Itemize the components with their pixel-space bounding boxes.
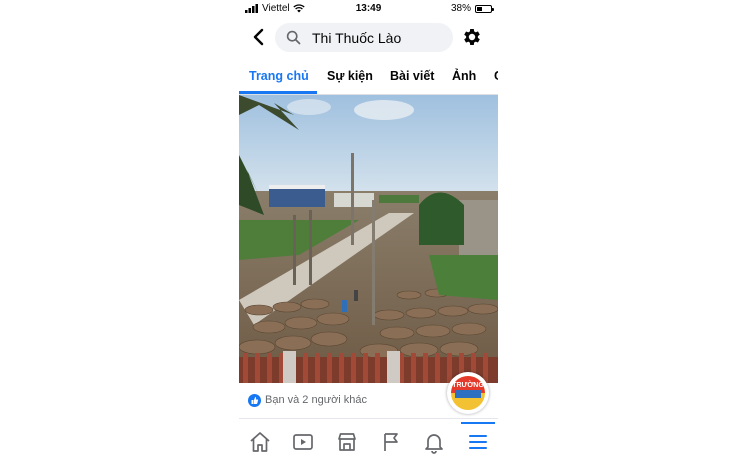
tab-home[interactable]: Trang chủ bbox=[249, 69, 309, 83]
status-right: 38% bbox=[450, 3, 494, 14]
post-photo[interactable] bbox=[239, 95, 498, 383]
battery-percent: 38% bbox=[450, 3, 471, 14]
video-icon[interactable] bbox=[291, 430, 315, 454]
tab-photos[interactable]: Ảnh bbox=[452, 69, 476, 83]
page-logo-text: TRƯỜNG bbox=[452, 380, 484, 389]
status-bar: Viettel 13:49 38% bbox=[239, 0, 498, 18]
post-reactions: Bạn và 2 người khác TRƯỜNG bbox=[239, 372, 498, 419]
tab-partial[interactable]: C bbox=[494, 69, 498, 83]
battery-fill bbox=[477, 6, 482, 11]
bottom-nav bbox=[239, 422, 498, 460]
marketplace-icon[interactable] bbox=[335, 430, 359, 454]
nav-active-indicator bbox=[461, 422, 495, 424]
reactions-summary[interactable]: Bạn và 2 người khác bbox=[265, 394, 367, 406]
search-query: Thi Thuốc Lào bbox=[312, 30, 402, 46]
chevron-left-icon[interactable] bbox=[249, 26, 269, 48]
active-tab-indicator bbox=[239, 91, 317, 94]
bell-icon[interactable] bbox=[422, 430, 446, 454]
post-photo-image bbox=[239, 95, 498, 383]
flag-icon[interactable] bbox=[379, 430, 403, 454]
gear-icon[interactable] bbox=[461, 26, 483, 48]
home-icon[interactable] bbox=[248, 430, 272, 454]
battery-icon bbox=[475, 4, 494, 13]
menu-icon[interactable] bbox=[466, 430, 490, 454]
tab-events[interactable]: Sự kiện bbox=[327, 69, 373, 83]
search-input[interactable]: Thi Thuốc Lào bbox=[275, 23, 453, 52]
phone-screen: Viettel 13:49 38% Thi Thuốc Lào Trang ch… bbox=[239, 0, 498, 460]
search-icon bbox=[286, 30, 301, 45]
page-tabs: Trang chủ Sự kiện Bài viết Ảnh C bbox=[239, 62, 498, 95]
tab-posts[interactable]: Bài viết bbox=[390, 69, 434, 83]
page-logo[interactable]: TRƯỜNG bbox=[447, 372, 489, 414]
like-thumb-icon bbox=[248, 394, 261, 407]
header-bar: Thi Thuốc Lào bbox=[239, 20, 498, 56]
